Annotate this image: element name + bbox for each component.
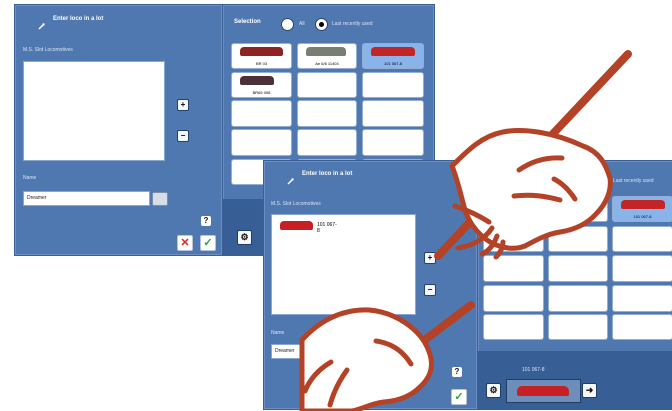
selection-label: Selection (234, 19, 261, 25)
train-thumbnail (517, 386, 569, 396)
plus-icon: + (427, 253, 433, 262)
gear-icon: ⚙ (489, 385, 498, 395)
selected-locomotive-tile[interactable] (506, 379, 581, 403)
grid-cell-101-selected[interactable]: 101 067-8 (362, 43, 424, 69)
gear-icon: ⚙ (240, 232, 249, 242)
help-icon[interactable]: ? (201, 216, 211, 226)
grid-cell-empty[interactable] (297, 129, 357, 156)
slot-list[interactable]: 101 067-8 (271, 214, 416, 315)
add-button[interactable]: + (424, 252, 436, 264)
grid-cell-label: BR65 008 (504, 214, 523, 219)
grid-cell-empty[interactable] (362, 72, 424, 98)
selected-label: 101 067-8 (522, 367, 545, 373)
settings-button[interactable]: ⚙ (237, 230, 252, 245)
dialog-title: Enter loco in a lot (302, 171, 353, 177)
list-item-label: 101 067-8 (317, 222, 337, 234)
grid-cell-empty[interactable] (362, 129, 424, 156)
name-label: Name (271, 330, 285, 336)
grid-cell-empty[interactable] (297, 100, 357, 127)
grid-cell-br65[interactable]: BR65 008 (231, 72, 292, 98)
grid-cell-empty[interactable] (548, 226, 608, 252)
grid-cell-label: 101 067-8 (633, 214, 652, 219)
grid-cell-empty[interactable] (483, 255, 544, 282)
grid-cell-br65[interactable]: BR65 008 (483, 196, 544, 222)
arrow-right-icon: ➜ (585, 385, 594, 395)
radio-all[interactable] (281, 18, 294, 31)
wrench-icon (287, 172, 294, 185)
grid-cell-label: BR65 008 (252, 90, 271, 95)
section-label: M.S. Slot Locomotives (23, 47, 73, 53)
section-label: M.S. Slot Locomotives (271, 201, 321, 207)
settings-button[interactable]: ⚙ (486, 383, 501, 398)
radio-recent[interactable] (315, 18, 328, 31)
checkmark-icon: ✓ (203, 237, 213, 249)
grid-cell-empty[interactable] (548, 314, 608, 340)
name-field[interactable]: Dreamer (271, 344, 399, 359)
grid-cell-label: BR 03 (255, 61, 268, 66)
grid-cell-empty[interactable] (612, 314, 672, 340)
grid-cell-empty[interactable] (483, 226, 544, 252)
grid-cell-empty[interactable] (612, 226, 672, 252)
train-thumbnail (280, 221, 313, 230)
cancel-button[interactable]: ✕ (177, 235, 193, 251)
grid-cell-empty[interactable] (231, 129, 292, 156)
grid-cell-empty[interactable] (483, 314, 544, 340)
radio-all-label: All (299, 21, 305, 27)
keyboard-icon[interactable] (401, 345, 418, 359)
grid-cell-empty[interactable] (612, 285, 672, 312)
grid-cell-empty[interactable] (548, 285, 608, 312)
grid-cell-empty[interactable] (231, 100, 292, 127)
name-field[interactable]: Dreamer (23, 191, 150, 206)
forward-button[interactable]: ➜ (582, 383, 597, 398)
ok-button[interactable]: ✓ (200, 235, 216, 251)
grid-cell-empty[interactable] (297, 72, 357, 98)
grid-cell-101-selected[interactable]: 101 067-8 (612, 196, 672, 222)
slot-list[interactable] (23, 61, 165, 161)
checkmark-icon: ✓ (454, 391, 464, 403)
grid-cell-empty[interactable] (483, 285, 544, 312)
grid-cell-br03[interactable]: BR 03 (231, 43, 292, 69)
foreground-right-panel: Last recently used BR65 008 101 067-8 10… (477, 160, 672, 410)
remove-button[interactable]: − (177, 130, 189, 142)
plus-icon: + (180, 100, 186, 109)
name-label: Name (23, 175, 37, 181)
dialog-title: Enter loco in a lot (53, 16, 104, 22)
radio-recent-label: Last recently used (332, 21, 373, 27)
remove-button[interactable]: − (424, 284, 436, 296)
grid-cell-ae66[interactable]: Ae 6/6 11404 (297, 43, 357, 69)
ok-button[interactable]: ✓ (451, 389, 467, 405)
minus-icon: − (180, 131, 186, 140)
grid-cell-empty[interactable] (548, 196, 608, 222)
wrench-icon (38, 17, 45, 30)
minus-icon: − (427, 285, 433, 294)
grid-cell-empty[interactable] (362, 100, 424, 127)
background-left-panel: Enter loco in a lot M.S. Slot Locomotive… (14, 4, 223, 256)
help-icon[interactable]: ? (452, 367, 462, 377)
cross-icon: ✕ (180, 237, 190, 249)
grid-cell-empty[interactable] (548, 255, 608, 282)
foreground-left-panel: Enter loco in a lot M.S. Slot Locomotive… (263, 160, 478, 410)
add-button[interactable]: + (177, 99, 189, 111)
grid-cell-label: Ae 6/6 11404 (315, 61, 339, 66)
radio-recent-label: Last recently used (613, 178, 654, 184)
keyboard-icon[interactable] (152, 192, 168, 206)
list-item[interactable]: 101 067-8 (280, 221, 339, 234)
grid-cell-empty[interactable] (612, 255, 672, 282)
grid-cell-label: 101 067-8 (383, 61, 402, 66)
